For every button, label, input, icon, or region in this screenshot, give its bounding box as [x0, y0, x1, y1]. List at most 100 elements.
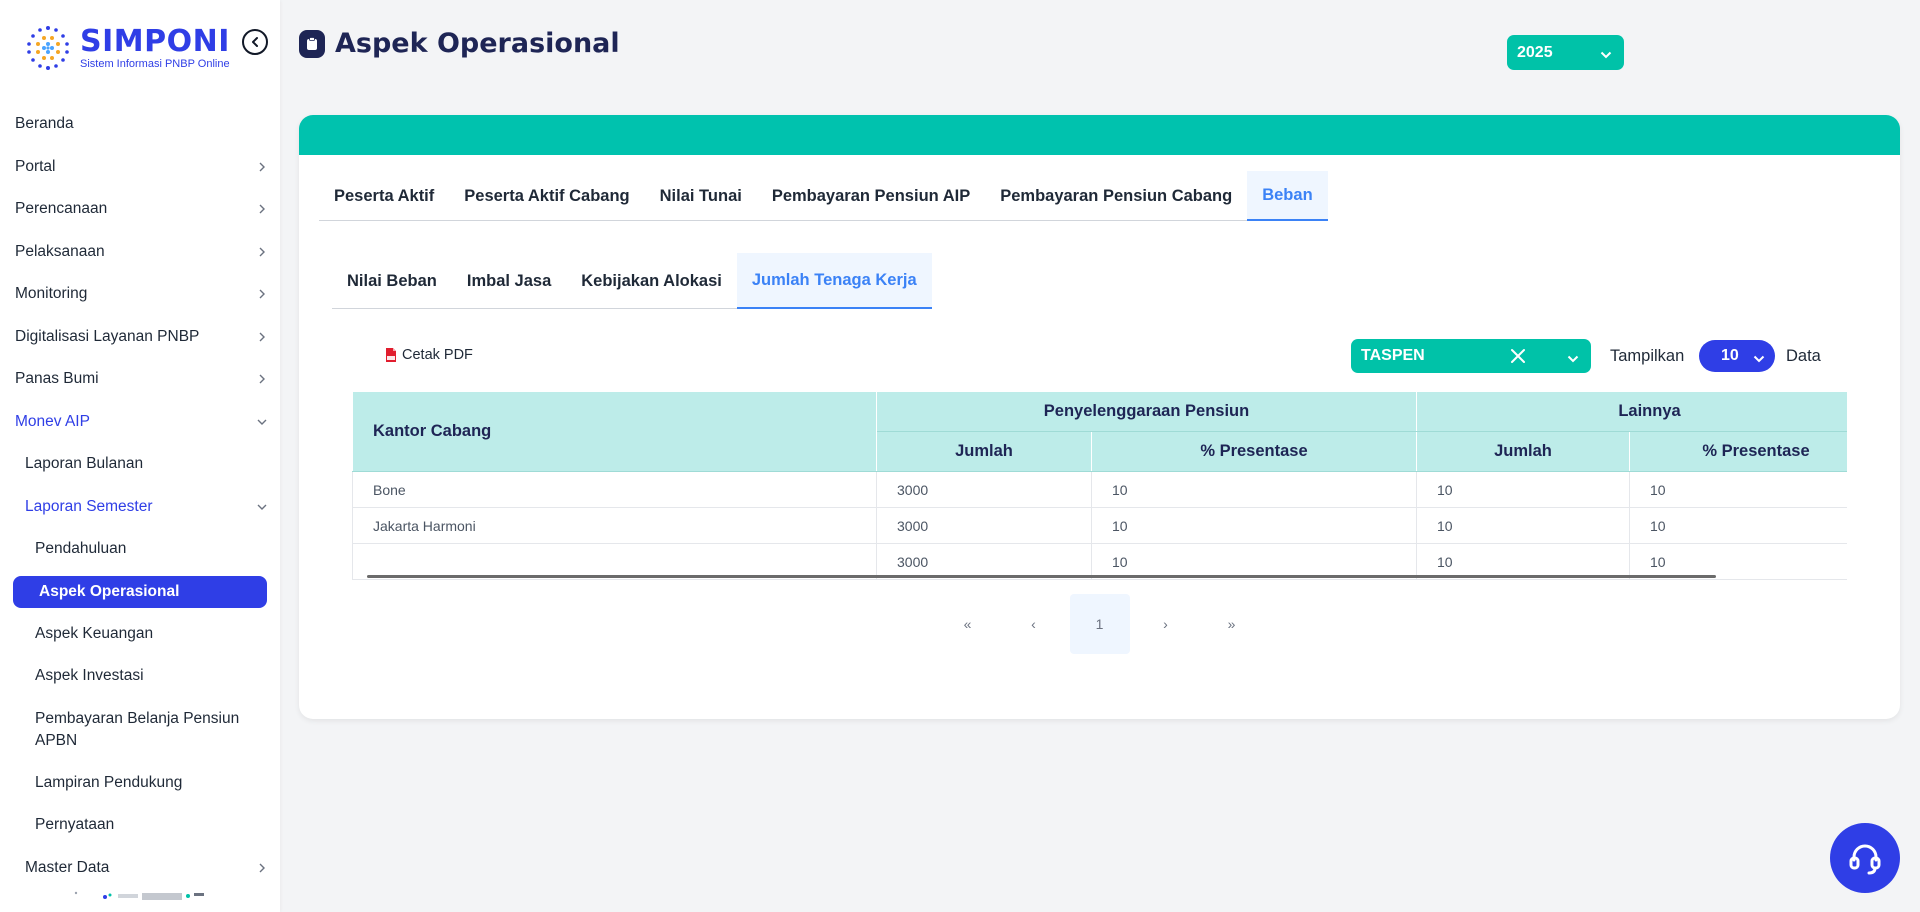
data-table: Kantor Cabang Penyelenggaraan Pensiun La… [352, 391, 1847, 580]
help-support-button[interactable] [1830, 823, 1900, 893]
cell-presentase: 10 [1091, 507, 1417, 544]
cell-presentase: 10 [1628, 507, 1847, 544]
page-title-text: Aspek Operasional [335, 28, 620, 59]
sub-tabs: Nilai Beban Imbal Jasa Kebijakan Alokasi… [332, 253, 932, 309]
tab-pembayaran-pensiun-aip[interactable]: Pembayaran Pensiun AIP [757, 171, 985, 221]
clipboard-icon [299, 29, 325, 58]
sidebar-item-label: Aspek Keuangan [35, 624, 154, 642]
sidebar-item-aspek-keuangan[interactable]: Aspek Keuangan [0, 613, 280, 656]
sidebar-item-label: Perencanaan [15, 200, 108, 218]
sidebar-item-pernyataan[interactable]: Pernyataan [0, 804, 280, 847]
sidebar-item-label: Master Data [25, 858, 110, 876]
chevron-right-icon [256, 161, 268, 173]
main-tabs: Peserta Aktif Peserta Aktif Cabang Nilai… [319, 171, 1328, 221]
tab-pembayaran-pensiun-cabang[interactable]: Pembayaran Pensiun Cabang [985, 171, 1247, 221]
app-logo[interactable]: SIMPONI Sistem Informasi PNBP Online [18, 18, 230, 78]
sidebar-item-monitoring[interactable]: Monitoring [0, 273, 280, 316]
sidebar-item-laporan-semester[interactable]: Laporan Semester [0, 486, 280, 529]
sidebar-item-digitalisasi[interactable]: Digitalisasi Layanan PNBP [0, 316, 280, 359]
tab-peserta-aktif[interactable]: Peserta Aktif [319, 171, 449, 221]
sidebar-item-master-data[interactable]: Master Data [0, 847, 280, 890]
sidebar-item-laporan-bulanan[interactable]: Laporan Bulanan [0, 443, 280, 486]
sidebar-item-pendahuluan[interactable]: Pendahuluan [0, 528, 280, 571]
clear-icon[interactable] [1509, 347, 1527, 370]
page-title: Aspek Operasional [299, 28, 620, 59]
sidebar-item-aspek-investasi[interactable]: Aspek Investasi [0, 655, 280, 698]
sidebar-item-pelaksanaan[interactable]: Pelaksanaan [0, 231, 280, 274]
sidebar-item-aspek-operasional[interactable]: Aspek Operasional [13, 575, 267, 608]
organization-select[interactable]: TASPEN [1351, 339, 1591, 373]
subtab-imbal-jasa[interactable]: Imbal Jasa [452, 253, 566, 309]
sidebar-item-lampiran-pendukung[interactable]: Lampiran Pendukung [0, 762, 280, 805]
organization-select-value: TASPEN [1361, 347, 1425, 364]
last-page-button[interactable]: » [1202, 594, 1262, 654]
show-entries-label: Tampilkan [1610, 347, 1685, 365]
column-header-kantor-cabang: Kantor Cabang [352, 391, 877, 472]
data-label: Data [1786, 347, 1821, 365]
year-select[interactable]: 2025 [1507, 35, 1624, 70]
sidebar-item-portal[interactable]: Portal [0, 146, 280, 189]
first-page-button[interactable]: « [938, 594, 998, 654]
chevron-right-icon [256, 373, 268, 385]
chevron-right-icon [256, 246, 268, 258]
chevron-down-icon [1600, 46, 1612, 64]
subtab-jumlah-tenaga-kerja[interactable]: Jumlah Tenaga Kerja [736, 253, 932, 309]
sidebar-item-beranda[interactable]: Beranda [0, 103, 280, 146]
previous-page-button[interactable]: ‹ [1004, 594, 1064, 654]
column-header-presentase: % Presentase [1091, 431, 1417, 472]
cell-jumlah: 3000 [876, 471, 1092, 508]
sidebar-collapse-button[interactable] [242, 29, 268, 55]
tab-beban[interactable]: Beban [1247, 171, 1328, 221]
cell-presentase: 10 [1628, 471, 1847, 508]
sidebar-item-perencanaan[interactable]: Perencanaan [0, 188, 280, 231]
card-header-bar [299, 115, 1900, 155]
column-header-jumlah: Jumlah [876, 431, 1092, 472]
table-row: Jakarta Harmoni 3000 10 10 10 [352, 507, 1847, 544]
tab-peserta-aktif-cabang[interactable]: Peserta Aktif Cabang [449, 171, 644, 221]
next-page-button[interactable]: › [1136, 594, 1196, 654]
sidebar-item-label: Aspek Operasional [39, 582, 180, 600]
collapse-left-icon [252, 37, 258, 47]
print-pdf-label: Cetak PDF [402, 347, 473, 363]
page-1-button[interactable]: 1 [1069, 594, 1130, 654]
cell-presentase: 10 [1091, 471, 1417, 508]
subtab-kebijakan-alokasi[interactable]: Kebijakan Alokasi [566, 253, 737, 309]
year-select-value: 2025 [1517, 43, 1553, 61]
chevron-down-icon [1567, 350, 1579, 368]
sidebar-item-label: Monitoring [15, 285, 88, 303]
column-header-jumlah: Jumlah [1416, 431, 1630, 472]
print-pdf-button[interactable]: Cetak PDF [385, 347, 473, 363]
chevron-down-icon [1753, 350, 1765, 368]
cell-kantor-cabang: Bone [352, 471, 877, 508]
column-group-penyelenggaraan-pensiun: Penyelenggaraan Pensiun [876, 391, 1417, 432]
sidebar-item-pembayaran-belanja-pensiun[interactable]: Pembayaran Belanja Pensiun APBN [0, 698, 280, 762]
data-table-container: Kantor Cabang Penyelenggaraan Pensiun La… [352, 391, 1847, 581]
sidebar-item-label: Pendahuluan [35, 540, 127, 558]
pagination: « ‹ 1 › » [299, 594, 1900, 654]
chevron-right-icon [256, 288, 268, 300]
subtab-nilai-beban[interactable]: Nilai Beban [332, 253, 452, 309]
column-group-lainnya: Lainnya [1415, 391, 1847, 432]
logo-subtitle: Sistem Informasi PNBP Online [80, 58, 230, 70]
headset-icon [1849, 844, 1881, 875]
sidebar-item-panas-bumi[interactable]: Panas Bumi [0, 358, 280, 401]
logo-icon [18, 18, 78, 78]
content-card: Peserta Aktif Peserta Aktif Cabang Nilai… [299, 115, 1900, 719]
chevron-right-icon [256, 331, 268, 343]
table-horizontal-scrollbar[interactable] [367, 575, 1716, 578]
pdf-file-icon [385, 347, 397, 363]
cell-kantor-cabang: Jakarta Harmoni [352, 507, 877, 544]
chevron-down-icon [256, 416, 268, 428]
decorative-illustration [70, 889, 220, 909]
cell-jumlah: 10 [1416, 471, 1630, 508]
column-header-presentase: % Presentase [1628, 431, 1847, 472]
page-size-value: 10 [1721, 347, 1739, 364]
tab-nilai-tunai[interactable]: Nilai Tunai [645, 171, 757, 221]
sidebar-item-label: Laporan Bulanan [25, 455, 144, 473]
sidebar-item-label: Aspek Investasi [35, 667, 144, 685]
logo-title: SIMPONI [80, 24, 230, 59]
sidebar-item-label: Monev AIP [15, 412, 90, 430]
sidebar-item-monev-aip[interactable]: Monev AIP [0, 401, 280, 444]
cell-jumlah: 10 [1416, 507, 1630, 544]
page-size-select[interactable]: 10 [1699, 340, 1775, 372]
